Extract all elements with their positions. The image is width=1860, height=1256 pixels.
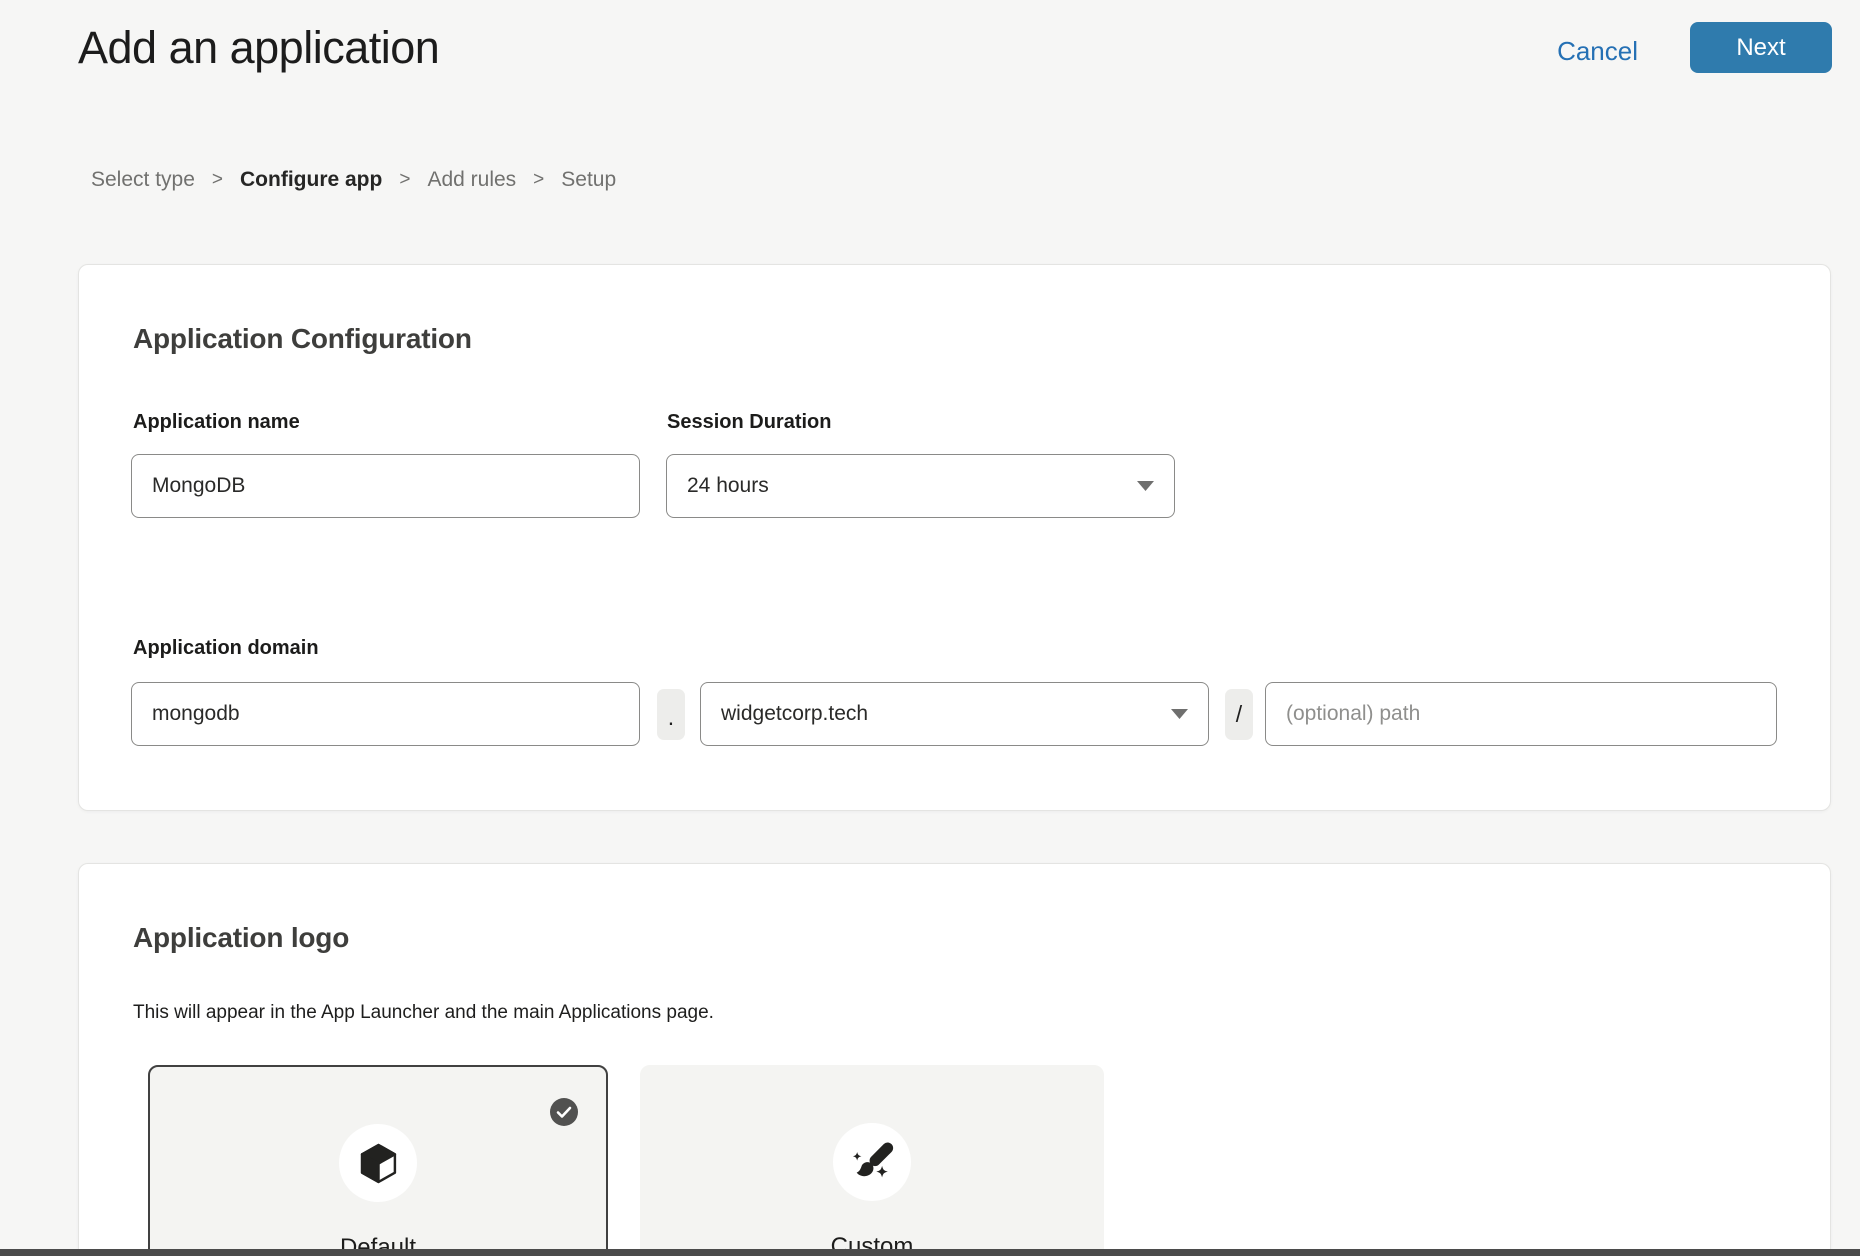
application-logo-card: Application logo This will appear in the…: [78, 863, 1831, 1256]
cube-icon: [360, 1143, 397, 1184]
session-duration-value: 24 hours: [687, 474, 769, 498]
breadcrumb-separator: >: [399, 169, 410, 191]
custom-logo-circle: [833, 1123, 911, 1201]
logo-option-default[interactable]: Default: [148, 1065, 608, 1256]
chevron-down-icon: [1171, 709, 1188, 719]
application-logo-description: This will appear in the App Launcher and…: [133, 1002, 714, 1024]
default-logo-circle: [339, 1124, 417, 1202]
step-add-rules[interactable]: Add rules: [427, 168, 516, 192]
application-domain-label: Application domain: [133, 637, 319, 660]
domain-slash-separator: /: [1225, 689, 1253, 740]
subdomain-input[interactable]: [131, 682, 640, 746]
bottom-edge-bar: [0, 1249, 1860, 1256]
logo-option-custom[interactable]: Custom: [640, 1065, 1104, 1256]
step-setup[interactable]: Setup: [561, 168, 616, 192]
application-name-label: Application name: [133, 411, 300, 434]
application-configuration-card: Application Configuration Application na…: [78, 264, 1831, 811]
page-title: Add an application: [78, 22, 439, 74]
add-application-page: Add an application Cancel Next Select ty…: [0, 0, 1860, 1256]
path-input[interactable]: [1265, 682, 1777, 746]
breadcrumb-separator: >: [212, 169, 223, 191]
step-configure-app[interactable]: Configure app: [240, 168, 382, 192]
domain-dot-separator: .: [657, 689, 685, 740]
step-select-type[interactable]: Select type: [91, 168, 195, 192]
application-name-input[interactable]: [131, 454, 640, 518]
chevron-down-icon: [1137, 481, 1154, 491]
domain-value: widgetcorp.tech: [721, 702, 868, 726]
session-duration-select[interactable]: 24 hours: [666, 454, 1175, 518]
next-button[interactable]: Next: [1690, 22, 1832, 73]
domain-select[interactable]: widgetcorp.tech: [700, 682, 1209, 746]
application-logo-heading: Application logo: [133, 922, 349, 954]
selected-check-badge: [550, 1098, 578, 1126]
cancel-button[interactable]: Cancel: [1557, 36, 1638, 67]
breadcrumb-separator: >: [533, 169, 544, 191]
paintbrush-icon: [849, 1139, 895, 1185]
breadcrumb: Select type > Configure app > Add rules …: [91, 168, 616, 192]
check-icon: [556, 1106, 572, 1119]
session-duration-label: Session Duration: [667, 411, 831, 434]
application-configuration-heading: Application Configuration: [133, 323, 472, 355]
